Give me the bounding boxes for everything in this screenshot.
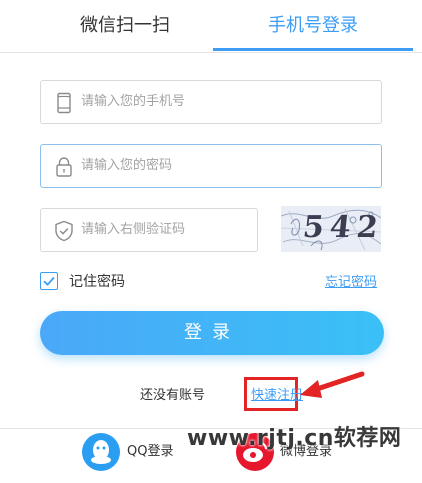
login-tabs: 微信扫一扫 手机号登录	[0, 0, 422, 53]
login-page: 微信扫一扫 手机号登录 请输入您的手机号 请输入您的密码 请输入右侧验证码 54…	[0, 0, 422, 483]
shield-check-icon	[55, 220, 73, 242]
no-account-text: 还没有账号	[140, 388, 206, 403]
qq-login-label[interactable]: QQ登录	[127, 442, 173, 462]
tab-wechat-scan[interactable]: 微信扫一扫	[55, 0, 195, 52]
checkmark-icon	[43, 276, 55, 286]
active-tab-indicator	[213, 48, 413, 51]
forgot-password-link[interactable]: 忘记密码	[325, 273, 377, 293]
lock-icon	[56, 157, 72, 177]
remember-password-label[interactable]: 记住密码	[69, 272, 125, 292]
tab-phone-login[interactable]: 手机号登录	[213, 0, 413, 52]
password-field[interactable]: 请输入您的密码	[40, 144, 382, 188]
phone-icon	[57, 92, 71, 114]
red-arrow-annotation	[300, 371, 365, 398]
captcha-text: 5423	[301, 210, 381, 245]
login-button[interactable]: 登录	[40, 311, 384, 355]
remember-password-checkbox[interactable]	[40, 272, 58, 290]
phone-input-placeholder: 请输入您的手机号	[81, 94, 186, 109]
captcha-input-placeholder: 请输入右侧验证码	[81, 222, 186, 237]
password-input-placeholder: 请输入您的密码	[81, 158, 173, 173]
phone-field[interactable]: 请输入您的手机号	[40, 80, 382, 124]
captcha-image[interactable]: 5423	[281, 206, 381, 252]
site-watermark: www.rjtj.cn软荐网	[187, 426, 402, 451]
captcha-field[interactable]: 请输入右侧验证码	[40, 208, 258, 252]
qq-icon[interactable]	[82, 433, 120, 471]
